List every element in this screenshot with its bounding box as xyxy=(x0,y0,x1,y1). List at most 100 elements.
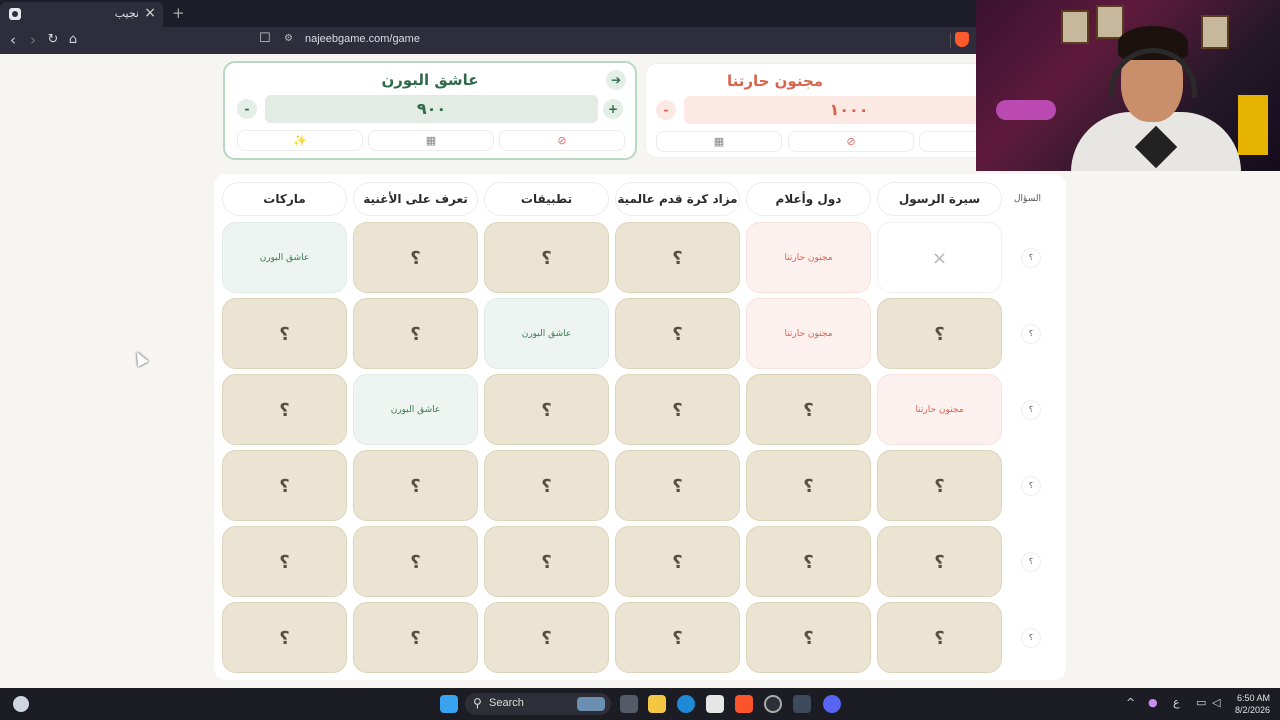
question-cell[interactable]: ؟ xyxy=(615,602,740,673)
wall-poster xyxy=(1238,95,1268,155)
volume-icon[interactable]: ◁ xyxy=(1212,696,1220,709)
answered-cell: مجنون حارتنا xyxy=(746,222,871,293)
calculator-helper-button[interactable]: ▦ xyxy=(368,130,494,151)
brave-shield-icon[interactable] xyxy=(955,32,969,47)
question-cell[interactable]: ؟ xyxy=(877,602,1002,673)
row-question-marker: ؟ xyxy=(1021,628,1041,648)
question-cell[interactable]: ؟ xyxy=(615,450,740,521)
microphone-icon[interactable]: ● xyxy=(1148,696,1158,709)
question-cell[interactable]: ؟ xyxy=(746,374,871,445)
wall-frame xyxy=(1061,10,1089,44)
new-tab-button[interactable]: + xyxy=(172,4,185,22)
question-cell[interactable]: ؟ xyxy=(615,374,740,445)
decrease-score-button[interactable]: - xyxy=(237,99,257,119)
task-view-icon[interactable] xyxy=(620,695,638,713)
question-cell[interactable]: ؟ xyxy=(484,526,609,597)
answered-cell: عاشق البورن xyxy=(222,222,347,293)
block-helper-button[interactable]: ⊘ xyxy=(499,130,625,151)
sparkle-helper-button[interactable]: ✨ xyxy=(237,130,363,151)
decrease-score-button[interactable]: - xyxy=(656,100,676,120)
question-cell[interactable]: ؟ xyxy=(877,298,1002,369)
increase-score-button[interactable]: + xyxy=(603,99,623,119)
question-cell[interactable]: ؟ xyxy=(353,222,478,293)
tab-title: نجيب xyxy=(114,7,139,20)
address-divider xyxy=(950,33,951,48)
team-name: عاشق البورن xyxy=(381,71,479,89)
tray-chevron-icon[interactable]: ^ xyxy=(1126,696,1135,709)
url-field[interactable]: najeebgame.com/game xyxy=(305,33,420,45)
question-cell[interactable]: ؟ xyxy=(877,450,1002,521)
file-explorer-icon[interactable] xyxy=(648,695,666,713)
question-cell[interactable]: ؟ xyxy=(484,222,609,293)
question-cell[interactable]: ؟ xyxy=(222,450,347,521)
calculator-helper-button[interactable]: ▦ xyxy=(656,131,782,152)
answered-cell: مجنون حارتنا xyxy=(746,298,871,369)
question-cell[interactable]: ؟ xyxy=(222,374,347,445)
question-cell[interactable]: ؟ xyxy=(353,602,478,673)
network-icon[interactable]: ▭ xyxy=(1196,696,1206,709)
edge-icon[interactable] xyxy=(677,695,695,713)
discord-icon[interactable] xyxy=(823,695,841,713)
category-header: تطبيقات xyxy=(484,182,609,216)
row-question-marker: ؟ xyxy=(1021,324,1041,344)
question-cell[interactable]: ؟ xyxy=(484,602,609,673)
webcam-overlay xyxy=(976,0,1280,171)
question-cell[interactable]: ؟ xyxy=(222,526,347,597)
back-button[interactable]: ‹ xyxy=(4,31,22,49)
team-card-2: مجنون حارتنا - ١٠٠٠ ▦ ⊘ xyxy=(645,63,1045,158)
team-name: مجنون حارتنا xyxy=(726,72,824,90)
category-header: دول وأعلام xyxy=(746,182,871,216)
language-indicator[interactable]: ع xyxy=(1173,696,1180,709)
answered-cell: مجنون حارتنا xyxy=(877,374,1002,445)
question-cell[interactable]: ؟ xyxy=(877,526,1002,597)
question-cell[interactable]: ؟ xyxy=(615,222,740,293)
question-cell[interactable]: ؟ xyxy=(484,374,609,445)
row-question-marker: ؟ xyxy=(1021,552,1041,572)
wall-frame xyxy=(1096,5,1124,39)
team-card-1: عاشق البورن ➔ - ٩٠٠ + ✨ ▦ ⊘ xyxy=(223,61,637,160)
team-score: ١٠٠٠ xyxy=(684,96,1014,124)
brave-icon[interactable] xyxy=(735,695,753,713)
bookmark-icon[interactable]: ☐ xyxy=(259,31,271,46)
taskbar-search[interactable]: ⚲ Search xyxy=(465,693,611,715)
forward-button[interactable]: › xyxy=(24,31,42,49)
game-board: السؤال سيرة الرسول دول وأعلام مزاد كرة قدم… xyxy=(214,174,1066,680)
question-cell[interactable]: ؟ xyxy=(353,526,478,597)
close-tab-icon[interactable]: × xyxy=(144,5,156,21)
answered-empty-cell: × xyxy=(877,222,1002,293)
start-icon[interactable] xyxy=(440,695,458,713)
reload-button[interactable]: ↻ xyxy=(44,32,62,47)
clock-date: 8/2/2026 xyxy=(1234,705,1270,715)
site-favicon-icon xyxy=(9,8,21,20)
question-cell[interactable]: ؟ xyxy=(484,450,609,521)
search-icon: ⚲ xyxy=(473,696,482,710)
question-cell[interactable]: ؟ xyxy=(746,450,871,521)
question-cell[interactable]: ؟ xyxy=(615,298,740,369)
question-cell[interactable]: ؟ xyxy=(746,526,871,597)
question-cell[interactable]: ؟ xyxy=(222,602,347,673)
wall-frame xyxy=(1201,15,1229,49)
category-header: تعرف على الأغنية xyxy=(353,182,478,216)
widgets-icon[interactable] xyxy=(13,696,29,712)
question-cell[interactable]: ؟ xyxy=(353,298,478,369)
answered-cell: عاشق البورن xyxy=(484,298,609,369)
site-info-icon[interactable]: ⚙ xyxy=(284,33,296,45)
store-icon[interactable] xyxy=(706,695,724,713)
neon-light xyxy=(996,100,1056,120)
team-score: ٩٠٠ xyxy=(265,95,598,123)
category-header: سيرة الرسول xyxy=(877,182,1002,216)
answered-cell: عاشق البورن xyxy=(353,374,478,445)
block-helper-button[interactable]: ⊘ xyxy=(788,131,914,152)
category-header: ماركات xyxy=(222,182,347,216)
home-button[interactable]: ⌂ xyxy=(64,32,82,47)
browser-tab[interactable]: نجيب × xyxy=(0,2,163,27)
row-question-marker: ؟ xyxy=(1021,476,1041,496)
taskbar-clock[interactable]: 6:50 AM 8/2/2026 xyxy=(1226,692,1270,716)
question-cell[interactable]: ؟ xyxy=(222,298,347,369)
app-icon[interactable] xyxy=(793,695,811,713)
question-cell[interactable]: ؟ xyxy=(615,526,740,597)
search-label: Search xyxy=(489,697,524,709)
question-cell[interactable]: ؟ xyxy=(746,602,871,673)
question-cell[interactable]: ؟ xyxy=(353,450,478,521)
obs-icon[interactable] xyxy=(764,695,782,713)
